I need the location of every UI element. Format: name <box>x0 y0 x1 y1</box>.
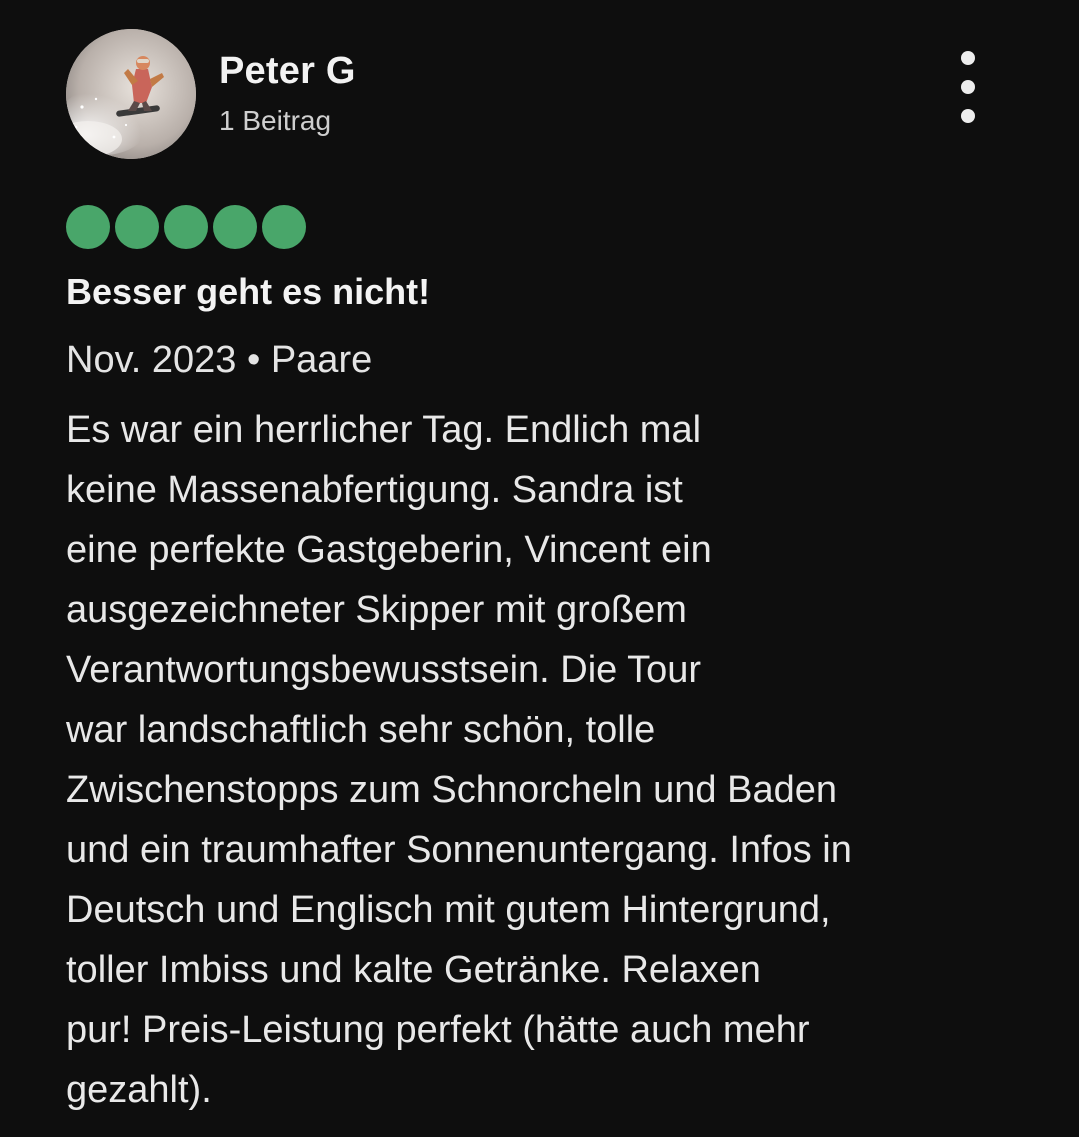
review-text-line: eine perfekte Gastgeberin, Vincent ein <box>66 529 712 571</box>
contribution-count: 1 Beitrag <box>219 105 332 136</box>
review-text-line: Deutsch und Englisch mit gutem Hintergru… <box>66 889 831 931</box>
review-text-line: Es war ein herrlicher Tag. Endlich mal <box>66 409 702 451</box>
review-text-line: ausgezeichneter Skipper mit großem <box>66 589 687 631</box>
review-title: Besser geht es nicht! <box>66 271 431 312</box>
review-text-line: gezahlt). <box>66 1069 212 1111</box>
review-card: Peter G 1 Beitrag Besser geht es nicht! … <box>0 0 1079 1137</box>
avatar[interactable] <box>66 29 196 159</box>
rating-bubble-icon <box>262 205 306 249</box>
review-text-line: pur! Preis-Leistung perfekt (hätte auch … <box>66 1009 810 1051</box>
rating-bubble-icon <box>66 205 110 249</box>
review-text-line: und ein traumhafter Sonnenuntergang. Inf… <box>66 829 852 871</box>
user-info: Peter G 1 Beitrag <box>219 45 356 141</box>
review-body: Es war ein herrlicher Tag. Endlich mal ke… <box>66 400 1056 1120</box>
more-options-button[interactable] <box>946 47 990 127</box>
review-text-line: Verantwortungsbewusstsein. Die Tour <box>66 649 702 691</box>
review-text-line: keine Massenabfertigung. Sandra ist <box>66 469 683 511</box>
user-name[interactable]: Peter G <box>219 45 356 97</box>
review-date-trip-type: Nov. 2023 • Paare <box>66 339 373 381</box>
rating-bubble-icon <box>115 205 159 249</box>
review-text-line: toller Imbiss und kalte Getränke. Relaxe… <box>66 949 761 991</box>
review-text-line: war landschaftlich sehr schön, tolle <box>66 709 656 751</box>
more-vertical-icon <box>961 109 975 123</box>
rating-bubbles <box>66 205 306 249</box>
snowboarder-photo-avatar-icon <box>66 29 196 159</box>
review-header: Peter G 1 Beitrag <box>66 29 1016 161</box>
rating-bubble-icon <box>213 205 257 249</box>
rating-bubble-icon <box>164 205 208 249</box>
more-vertical-icon <box>961 80 975 94</box>
review-text-line: Zwischenstopps zum Schnorcheln und Baden <box>66 769 838 811</box>
more-vertical-icon <box>961 51 975 65</box>
